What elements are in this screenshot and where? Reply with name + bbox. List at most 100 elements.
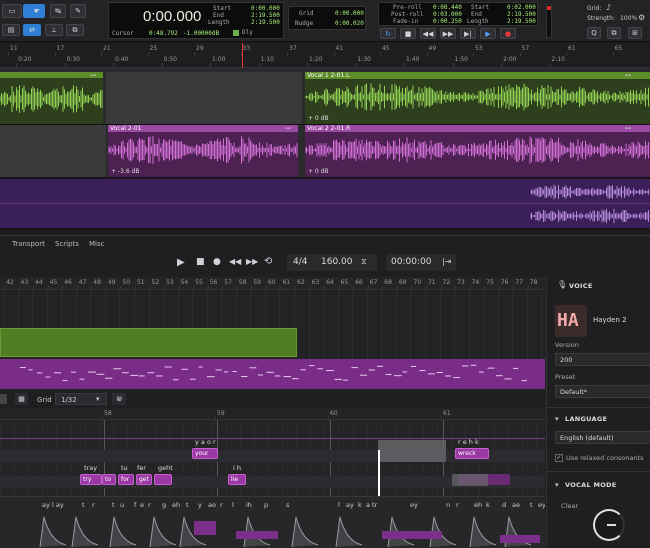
phoneme-label[interactable]: d (502, 501, 506, 509)
version-select[interactable]: 200 (555, 353, 650, 366)
grid-select[interactable]: 1/32 ▾ (55, 393, 107, 405)
nudge-value[interactable]: 0:00.020 (335, 20, 364, 27)
note-block[interactable]: your (192, 448, 218, 459)
grid-nudge-display[interactable]: Grid 0:00.000 Nudge 0:00.020 (288, 6, 366, 30)
language-title[interactable]: LANGUAGE (565, 415, 607, 423)
play-icon[interactable]: ▶ (177, 257, 185, 268)
fadein-value[interactable]: 0:00.250 (433, 18, 462, 25)
phoneme-label[interactable]: t (112, 501, 115, 509)
note-block[interactable]: to (102, 474, 116, 485)
phoneme-label[interactable]: r (220, 501, 223, 509)
quantize-button[interactable]: Q (587, 27, 601, 39)
tab-to-transient-icon[interactable]: ⟂ (45, 24, 63, 36)
phoneme-label[interactable]: n (446, 501, 450, 509)
phoneme-label[interactable]: a (366, 501, 370, 509)
clip-gain[interactable]: + -3.6 dB (111, 168, 139, 175)
counter-chevron-icon[interactable]: ▾ (198, 12, 202, 20)
loop-icon[interactable]: ⟲ (264, 256, 272, 267)
phoneme-label[interactable]: s (286, 501, 289, 509)
phoneme-label[interactable]: f (134, 501, 136, 509)
smart-tool-icon[interactable]: ▤ (2, 24, 20, 36)
start2-value[interactable]: 0:02.000 (507, 4, 536, 11)
magnet-icon[interactable]: ⋓ (112, 393, 126, 405)
go-to-position-icon[interactable]: |⇥ (442, 257, 451, 266)
end-value[interactable]: 2:19.500 (251, 12, 280, 19)
phoneme-label[interactable]: u (120, 501, 124, 509)
chevron-down-icon[interactable]: ▾ (555, 415, 559, 423)
start-value[interactable]: 0:00.000 (251, 5, 280, 12)
piano-roll[interactable]: 58 59 60 61 tray tu fer geht y a o r i h r … (0, 408, 545, 548)
preset-select[interactable]: Default* (555, 385, 650, 398)
zoom-tool-icon[interactable]: ▭ (2, 4, 22, 18)
postroll-value[interactable]: 0:03.000 (433, 11, 462, 18)
phoneme-label[interactable]: e (140, 501, 144, 509)
relaxed-checkbox[interactable]: ✓ (555, 454, 563, 462)
clip-vocal-2b[interactable]: Vocal 2 2-01.R ⊶ + 0 dB (305, 125, 650, 177)
phoneme-label[interactable]: ey (538, 501, 545, 509)
phoneme-label[interactable]: p (264, 501, 268, 509)
preroll-value[interactable]: 0:08.440 (433, 4, 462, 11)
metronome-icon[interactable]: ⧖ (361, 257, 367, 267)
clip-vocal-2[interactable]: Vocal 2-01 ⊶ + -3.6 dB (108, 125, 298, 177)
phoneme-label[interactable]: ey (410, 501, 418, 509)
calendar-icon[interactable]: ▦ (15, 393, 28, 405)
clip-vocal-1b[interactable]: Vocal 1 2-01.L ⊶ + 0 dB (305, 72, 650, 124)
rewind-icon[interactable]: ◀◀ (229, 257, 241, 266)
phoneme-label[interactable]: tr (372, 501, 377, 509)
mirror-icon[interactable]: ⧉ (66, 24, 84, 36)
grid-value[interactable]: 0:00.000 (335, 10, 364, 17)
phoneme-label[interactable]: r (92, 501, 95, 509)
note-block[interactable]: for (118, 474, 134, 485)
gear-icon[interactable]: ⚙ (638, 13, 645, 22)
dly-checkbox[interactable] (233, 30, 239, 36)
phoneme-label[interactable]: ay (42, 501, 50, 509)
phoneme-label[interactable]: ay (346, 501, 354, 509)
clip-gain[interactable]: + 0 dB (308, 115, 329, 122)
phoneme-label[interactable]: ao (208, 501, 216, 509)
loop-icon[interactable]: ↻ (380, 28, 396, 39)
language-select[interactable]: English (default) (555, 431, 650, 444)
fast-forward-icon[interactable]: ▶▶ (246, 257, 258, 266)
note-block[interactable]: lie (228, 474, 246, 485)
overview-green-region[interactable] (0, 328, 297, 357)
grabber-tool-icon[interactable]: ☛ (29, 4, 45, 18)
quantize-option-button[interactable]: ⧉ (607, 27, 621, 39)
menu-misc[interactable]: Misc (89, 240, 104, 248)
clip-vocal-1a[interactable]: ⊶ (0, 72, 103, 124)
play-icon[interactable]: ▶ (480, 28, 496, 39)
playhead-line[interactable] (242, 43, 243, 68)
time-signature[interactable]: 4/4 (293, 257, 307, 267)
menu-scripts[interactable]: Scripts (55, 240, 79, 248)
phoneme-label[interactable]: g (162, 501, 166, 509)
phoneme-label[interactable]: l ay (52, 501, 64, 509)
phoneme-label[interactable]: t (530, 501, 533, 509)
strength-value[interactable]: 100% (620, 15, 637, 22)
chevron-down-icon[interactable]: ▾ (555, 481, 559, 489)
top-ruler[interactable]: 11 17 21 25 29 33 37 41 45 49 53 57 61 65 0:20 0:30 0:4… (0, 43, 650, 68)
fast-forward-icon[interactable]: ▶▶ (440, 28, 456, 39)
rewind-icon[interactable]: ◀◀ (420, 28, 436, 39)
note-block-extra[interactable] (154, 474, 172, 485)
phoneme-label[interactable]: y (198, 501, 202, 509)
position-value[interactable]: 00:00:00 (391, 257, 431, 267)
record-icon[interactable]: ● (500, 28, 516, 39)
phoneme-label[interactable]: ae (512, 501, 520, 509)
note-block[interactable]: try (80, 474, 102, 485)
link-tool-icon[interactable]: ⇄ (23, 24, 41, 36)
end2-value[interactable]: 2:19.500 (507, 11, 536, 18)
voice-name[interactable]: Hayden 2 (593, 316, 627, 324)
pencil-tool-icon[interactable]: ✎ (70, 4, 86, 18)
plugin-bar-ruler[interactable]: 42 43 44 45 46 47 48 49 50 51 52 53 54 55 56 57 58 59 60 61… (0, 277, 545, 290)
vocal-mode-knob[interactable] (593, 509, 625, 541)
phoneme-label[interactable]: l (232, 501, 234, 509)
phoneme-label[interactable]: r (148, 501, 151, 509)
tool-icon[interactable] (0, 394, 7, 404)
length-value[interactable]: 2:19.500 (251, 19, 280, 26)
go-to-end-icon[interactable]: ▶| (460, 28, 476, 39)
note-block[interactable]: get (136, 474, 152, 485)
phoneme-label[interactable]: eh (172, 501, 180, 509)
main-counter-display[interactable]: 0:00.000 ▾ Start End Length 0:00.000 2:1… (108, 2, 284, 39)
scrub-tool-icon[interactable]: ↹ (50, 4, 66, 18)
phoneme-label[interactable]: l (338, 501, 340, 509)
menu-transport[interactable]: Transport (12, 240, 45, 248)
